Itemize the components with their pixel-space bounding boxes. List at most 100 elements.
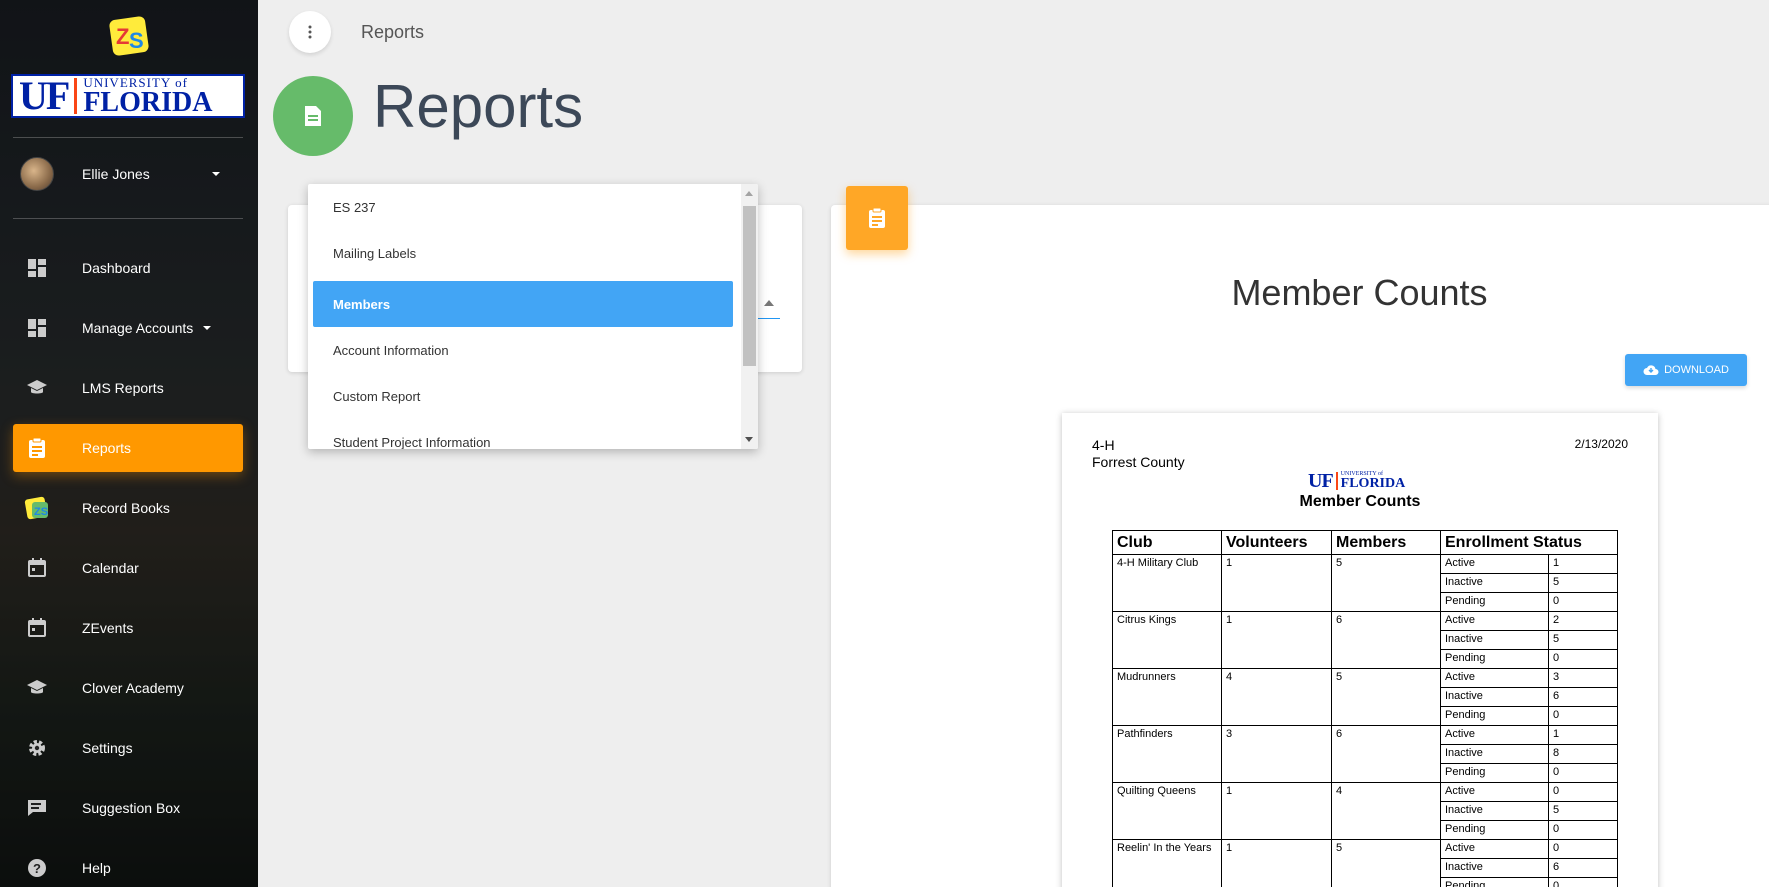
cell-status-label: Inactive — [1440, 858, 1549, 878]
sidebar-item-label: Manage Accounts — [82, 320, 194, 336]
table-row: Reelin' In the Years 1 5 Active 0 — [1112, 839, 1618, 887]
sidebar-item-reports[interactable]: Reports — [13, 424, 243, 472]
uf-logo-florida: FLORIDA — [1340, 476, 1406, 491]
cell-status-count: 0 — [1548, 820, 1618, 840]
dropdown-option-custom-report[interactable]: Custom Report — [313, 373, 733, 419]
report-document-title: Member Counts — [1299, 493, 1421, 510]
dropdown-option-student-project-information[interactable]: Student Project Information — [313, 419, 733, 450]
sidebar-item-help[interactable]: ? Help — [13, 844, 243, 887]
chevron-up-icon[interactable] — [764, 300, 774, 306]
cell-status-count: 6 — [1548, 687, 1618, 707]
report-org-line1: 4-H — [1092, 437, 1115, 453]
sidebar-item-record-books[interactable]: ZS Record Books — [13, 484, 243, 532]
sidebar-item-dashboard[interactable]: Dashboard — [13, 244, 243, 292]
cell-club: Citrus Kings — [1112, 611, 1222, 669]
page-title: Reports — [373, 73, 584, 140]
cell-status-count: 5 — [1548, 801, 1618, 821]
cell-status-label: Active — [1440, 725, 1549, 745]
sidebar-item-suggestion-box[interactable]: Suggestion Box — [13, 784, 243, 832]
table-row: Citrus Kings 1 6 Active 2 — [1112, 611, 1618, 669]
gear-icon — [13, 738, 61, 758]
uf-logo-mark: UF — [1308, 469, 1334, 492]
scroll-up-icon[interactable] — [745, 191, 753, 196]
chat-icon — [13, 798, 61, 818]
sidebar-item-label: Clover Academy — [82, 680, 184, 696]
brand: Z S — [0, 14, 258, 58]
cell-status-label: Inactive — [1440, 801, 1549, 821]
cell-members: 5 — [1331, 554, 1441, 612]
cell-status-count: 0 — [1548, 592, 1618, 612]
cell-club: Mudrunners — [1112, 668, 1222, 726]
sidebar-item-label: Calendar — [82, 560, 139, 576]
cell-status-count: 0 — [1548, 649, 1618, 669]
chevron-down-icon — [203, 326, 212, 330]
more-options-button[interactable] — [289, 11, 331, 53]
dropdown-option-account-information[interactable]: Account Information — [313, 327, 733, 373]
chevron-down-icon — [212, 172, 220, 176]
cell-members: 6 — [1331, 611, 1441, 669]
sidebar-item-label: Help — [82, 860, 111, 876]
sidebar-item-label: Record Books — [82, 500, 170, 516]
cell-status-count: 0 — [1548, 763, 1618, 783]
user-name: Ellie Jones — [82, 166, 150, 182]
cell-club: Quilting Queens — [1112, 782, 1222, 840]
cell-volunteers: 1 — [1221, 782, 1332, 840]
sidebar-item-zevents[interactable]: ZEvents — [13, 604, 243, 652]
user-menu[interactable]: Ellie Jones — [20, 154, 238, 194]
cell-status-count: 0 — [1548, 706, 1618, 726]
report-date: 2/13/2020 — [1574, 437, 1628, 451]
report-type-dropdown[interactable]: ES 237 Mailing Labels Members Account In… — [308, 184, 758, 449]
dashboard-icon — [13, 318, 61, 338]
sidebar-item-manage-accounts[interactable]: Manage Accounts — [13, 304, 243, 352]
calendar-icon — [13, 618, 61, 638]
zsuite-logo: Z S — [107, 14, 151, 58]
cell-status-count: 3 — [1548, 668, 1618, 688]
cell-status-count: 1 — [1548, 725, 1618, 745]
cell-members: 5 — [1331, 839, 1441, 887]
uf-logo-divider — [74, 78, 78, 114]
cell-members: 4 — [1331, 782, 1441, 840]
cell-members: 5 — [1331, 668, 1441, 726]
cell-status-label: Active — [1440, 782, 1549, 802]
cell-volunteers: 1 — [1221, 611, 1332, 669]
dropdown-scrollbar[interactable] — [741, 184, 758, 449]
cell-status-label: Active — [1440, 554, 1549, 574]
uf-logo-divider — [1335, 472, 1338, 490]
cell-club: 4-H Military Club — [1112, 554, 1222, 612]
cell-volunteers: 4 — [1221, 668, 1332, 726]
cell-status-label: Pending — [1440, 820, 1549, 840]
sidebar-item-lms-reports[interactable]: LMS Reports — [13, 364, 243, 412]
dropdown-option-mailing-labels[interactable]: Mailing Labels — [313, 230, 733, 276]
table-row: Pathfinders 3 6 Active 1 — [1112, 725, 1618, 783]
cell-status-label: Inactive — [1440, 687, 1549, 707]
sidebar-item-calendar[interactable]: Calendar — [13, 544, 243, 592]
download-button[interactable]: DOWNLOAD — [1625, 354, 1747, 386]
cell-status-label: Active — [1440, 668, 1549, 688]
dropdown-option-members[interactable]: Members — [313, 281, 733, 327]
uf-logo-mark: UF — [19, 73, 70, 118]
sidebar-item-settings[interactable]: Settings — [13, 724, 243, 772]
sidebar: Z S UF UNIVERSITY of FLORIDA Ellie Jones — [0, 0, 258, 887]
cell-status-count: 8 — [1548, 744, 1618, 764]
cell-status-label: Pending — [1440, 877, 1549, 887]
report-document: 4-H Forrest County 2/13/2020 UF UNIVERSI… — [1062, 413, 1658, 887]
dropdown-option-es-237[interactable]: ES 237 — [313, 184, 733, 230]
sidebar-item-label: ZEvents — [82, 620, 134, 636]
document-icon — [273, 76, 353, 156]
dashboard-icon — [13, 258, 61, 278]
avatar — [20, 157, 54, 191]
column-header-club: Club — [1112, 530, 1222, 555]
sidebar-item-label: Settings — [82, 740, 133, 756]
table-row: 4-H Military Club 1 5 Active 1 — [1112, 554, 1618, 612]
cell-status-label: Pending — [1440, 592, 1549, 612]
column-header-enrollment-status: Enrollment Status — [1440, 530, 1618, 555]
svg-text:Z: Z — [116, 24, 129, 49]
svg-text:ZS: ZS — [34, 506, 48, 518]
cell-volunteers: 1 — [1221, 839, 1332, 887]
scroll-thumb[interactable] — [743, 206, 756, 366]
member-counts-table: Club Volunteers Members Enrollment Statu… — [1112, 530, 1618, 887]
cell-status-label: Inactive — [1440, 630, 1549, 650]
uf-logo[interactable]: UF UNIVERSITY of FLORIDA — [11, 74, 245, 118]
sidebar-item-clover-academy[interactable]: Clover Academy — [13, 664, 243, 712]
scroll-down-icon[interactable] — [745, 437, 753, 442]
